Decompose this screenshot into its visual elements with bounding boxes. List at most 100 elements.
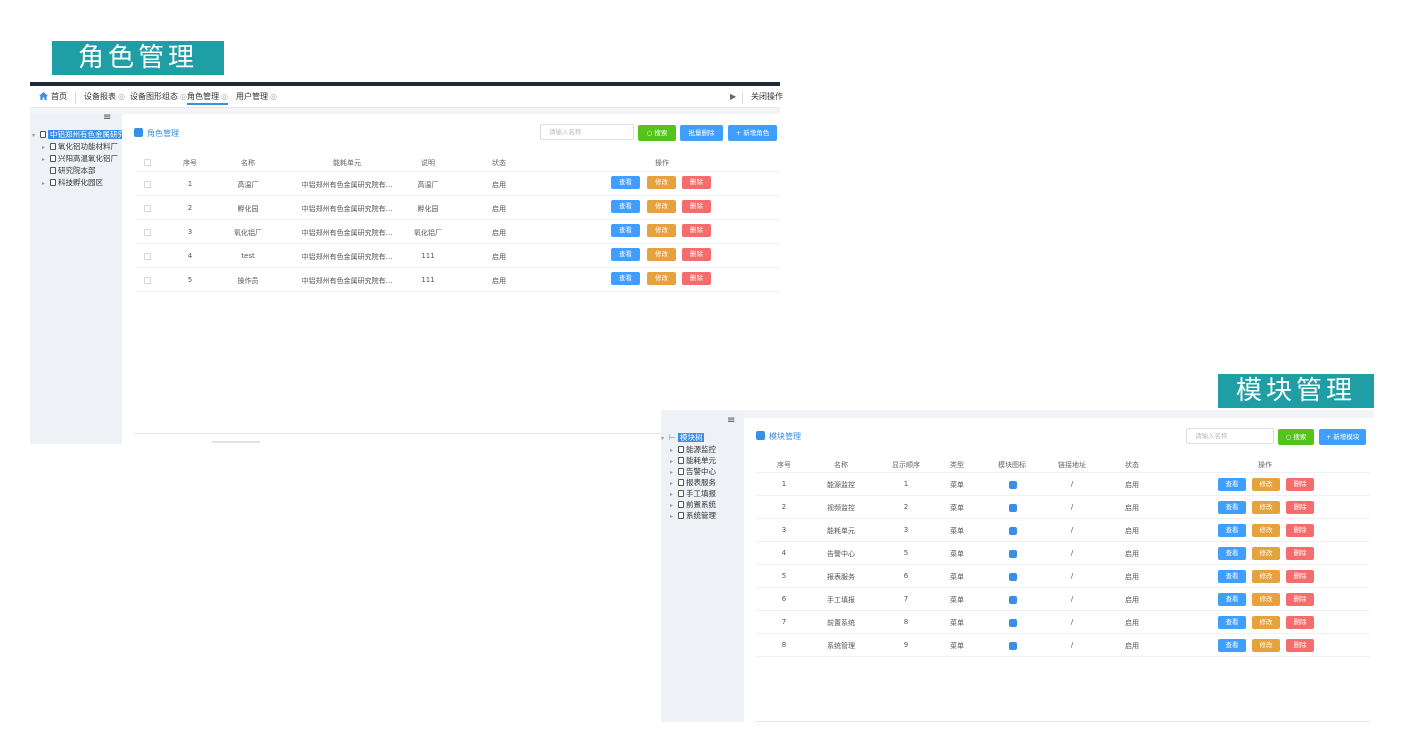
row-checkbox[interactable] [144, 181, 151, 188]
edit-button[interactable]: 修改 [1252, 593, 1280, 606]
delete-button[interactable]: 删除 [682, 224, 711, 237]
view-button[interactable]: 查看 [1218, 639, 1246, 652]
tree-node[interactable]: ▸ 报表服务 [670, 477, 716, 488]
tree-node-root[interactable]: ▾ 中铝郑州有色金属研究 [32, 129, 127, 140]
view-button[interactable]: 查看 [611, 176, 640, 189]
tree-node[interactable]: ▸ 告警中心 [670, 466, 716, 477]
add-module-button[interactable]: + 新增模块 [1319, 429, 1366, 445]
horizontal-scrollbar[interactable] [212, 441, 260, 443]
add-role-button[interactable]: + 新增角色 [728, 125, 777, 141]
menu-toggle-icon[interactable]: ≡ [727, 415, 735, 426]
energy-unit: 中铝郑州有色金属研究院有... [301, 277, 393, 285]
close-icon[interactable]: ◎ [180, 92, 187, 101]
delete-button[interactable]: 删除 [1286, 616, 1314, 629]
tree-root-icon: ⊢ [669, 433, 676, 442]
table-row: 1 高温厂 中铝郑州有色金属研究院有... 高温厂 启用 查看 修改 删除 [122, 172, 780, 196]
module-type: 菜单 [950, 527, 964, 535]
edit-button[interactable]: 修改 [647, 272, 676, 285]
batch-delete-button[interactable]: 批量删除 [680, 125, 723, 141]
row-checkbox[interactable] [144, 229, 151, 236]
tab-device-report[interactable]: 设备报表 ◎ [84, 91, 125, 105]
delete-button[interactable]: 删除 [1286, 478, 1314, 491]
edit-button[interactable]: 修改 [647, 248, 676, 261]
tab-device-graphics[interactable]: 设备图形组态 ◎ [130, 91, 187, 105]
delete-button[interactable]: 删除 [1286, 547, 1314, 560]
energy-unit: 中铝郑州有色金属研究院有... [301, 229, 393, 237]
edit-button[interactable]: 修改 [647, 224, 676, 237]
module-status: 启用 [1125, 481, 1139, 489]
module-name: 能源监控 [827, 481, 855, 489]
tree-node-root[interactable]: ▾ ⊢ 模块树 [661, 432, 705, 444]
table-row: 4 test 中铝郑州有色金属研究院有... 111 启用 查看 修改 删除 [122, 244, 780, 268]
tree-node[interactable]: 研究院本部 [42, 165, 96, 176]
close-icon[interactable]: ◎ [221, 92, 228, 101]
edit-button[interactable]: 修改 [1252, 570, 1280, 583]
row-checkbox[interactable] [144, 253, 151, 260]
view-button[interactable]: 查看 [1218, 478, 1246, 491]
edit-button[interactable]: 修改 [1252, 547, 1280, 560]
table-row: 5 报表服务 6 菜单 / 启用 查看 修改 删除 [744, 565, 1374, 588]
delete-button[interactable]: 删除 [682, 200, 711, 213]
delete-button[interactable]: 删除 [1286, 639, 1314, 652]
tab-user-management[interactable]: 用户管理 ◎ [236, 91, 277, 105]
view-button[interactable]: 查看 [611, 272, 640, 285]
tab-role-management[interactable]: 角色管理 ◎ [187, 91, 228, 105]
view-button[interactable]: 查看 [1218, 593, 1246, 606]
menu-toggle-icon[interactable]: ≡ [103, 112, 111, 123]
close-icon[interactable]: ◎ [118, 92, 125, 101]
delete-button[interactable]: 删除 [682, 176, 711, 189]
tree-node[interactable]: ▸ 能耗单元 [670, 455, 716, 466]
edit-button[interactable]: 修改 [1252, 478, 1280, 491]
view-button[interactable]: 查看 [611, 200, 640, 213]
delete-button[interactable]: 删除 [1286, 524, 1314, 537]
tree-node[interactable]: ▸ 手工填报 [670, 488, 716, 499]
display-order: 6 [903, 572, 909, 580]
tree-node[interactable]: ▸ 能源监控 [670, 444, 716, 455]
view-button[interactable]: 查看 [611, 224, 640, 237]
edit-button[interactable]: 修改 [647, 200, 676, 213]
view-button[interactable]: 查看 [1218, 547, 1246, 560]
select-all-checkbox[interactable] [144, 159, 151, 166]
view-button[interactable]: 查看 [1218, 501, 1246, 514]
edit-button[interactable]: 修改 [647, 176, 676, 189]
module-management-window: ≡ ▾ ⊢ 模块树 ▸ 能源监控 ▸ 能耗单元 ▸ 告警中心 ▸ 报表服务 ▸ 手工填报 ▸ 前… [661, 410, 1374, 722]
close-operations-button[interactable]: 关闭操作 [751, 91, 783, 105]
chevron-right-icon[interactable]: ▸ [670, 511, 676, 522]
table-row: 4 告警中心 5 菜单 / 启用 查看 修改 删除 [744, 542, 1374, 565]
search-input[interactable]: 请输入名称 [1186, 428, 1274, 444]
edit-button[interactable]: 修改 [1252, 616, 1280, 629]
tab-scroll-right-icon[interactable]: ▶ [730, 91, 736, 105]
tree-node[interactable]: ▸ 兴阳高温氧化铝厂 [42, 153, 118, 164]
view-button[interactable]: 查看 [1218, 570, 1246, 583]
chevron-down-icon[interactable]: ▾ [661, 433, 667, 444]
column-header: 名称 [241, 159, 255, 167]
row-checkbox[interactable] [144, 277, 151, 284]
edit-button[interactable]: 修改 [1252, 524, 1280, 537]
tree-node[interactable]: ▸ 科技孵化园区 [42, 177, 103, 188]
delete-button[interactable]: 删除 [1286, 501, 1314, 514]
tree-node[interactable]: ▸ 氧化铝功能材料厂 [42, 141, 118, 152]
search-button[interactable]: ○ 搜索 [638, 125, 676, 141]
delete-button[interactable]: 删除 [1286, 593, 1314, 606]
view-button[interactable]: 查看 [1218, 616, 1246, 629]
close-icon[interactable]: ◎ [270, 92, 277, 101]
delete-button[interactable]: 删除 [1286, 570, 1314, 583]
chevron-down-icon[interactable]: ▾ [32, 130, 38, 141]
delete-button[interactable]: 删除 [682, 248, 711, 261]
row-checkbox[interactable] [144, 205, 151, 212]
view-button[interactable]: 查看 [1218, 524, 1246, 537]
delete-button[interactable]: 删除 [682, 272, 711, 285]
tab-home[interactable]: 首页 [39, 91, 67, 105]
tree-node[interactable]: ▸ 前置系统 [670, 499, 716, 510]
cube-icon [756, 431, 765, 440]
display-order: 9 [903, 641, 909, 649]
search-button[interactable]: ○ 搜索 [1278, 429, 1314, 445]
view-button[interactable]: 查看 [611, 248, 640, 261]
chevron-right-icon[interactable]: ▸ [42, 178, 48, 189]
edit-button[interactable]: 修改 [1252, 639, 1280, 652]
tree-node[interactable]: ▸ 系统管理 [670, 510, 716, 521]
edit-button[interactable]: 修改 [1252, 501, 1280, 514]
chevron-right-icon[interactable]: ▸ [42, 154, 48, 165]
search-input[interactable]: 请输入名称 [540, 124, 634, 140]
chevron-right-icon[interactable]: ▸ [42, 142, 48, 153]
